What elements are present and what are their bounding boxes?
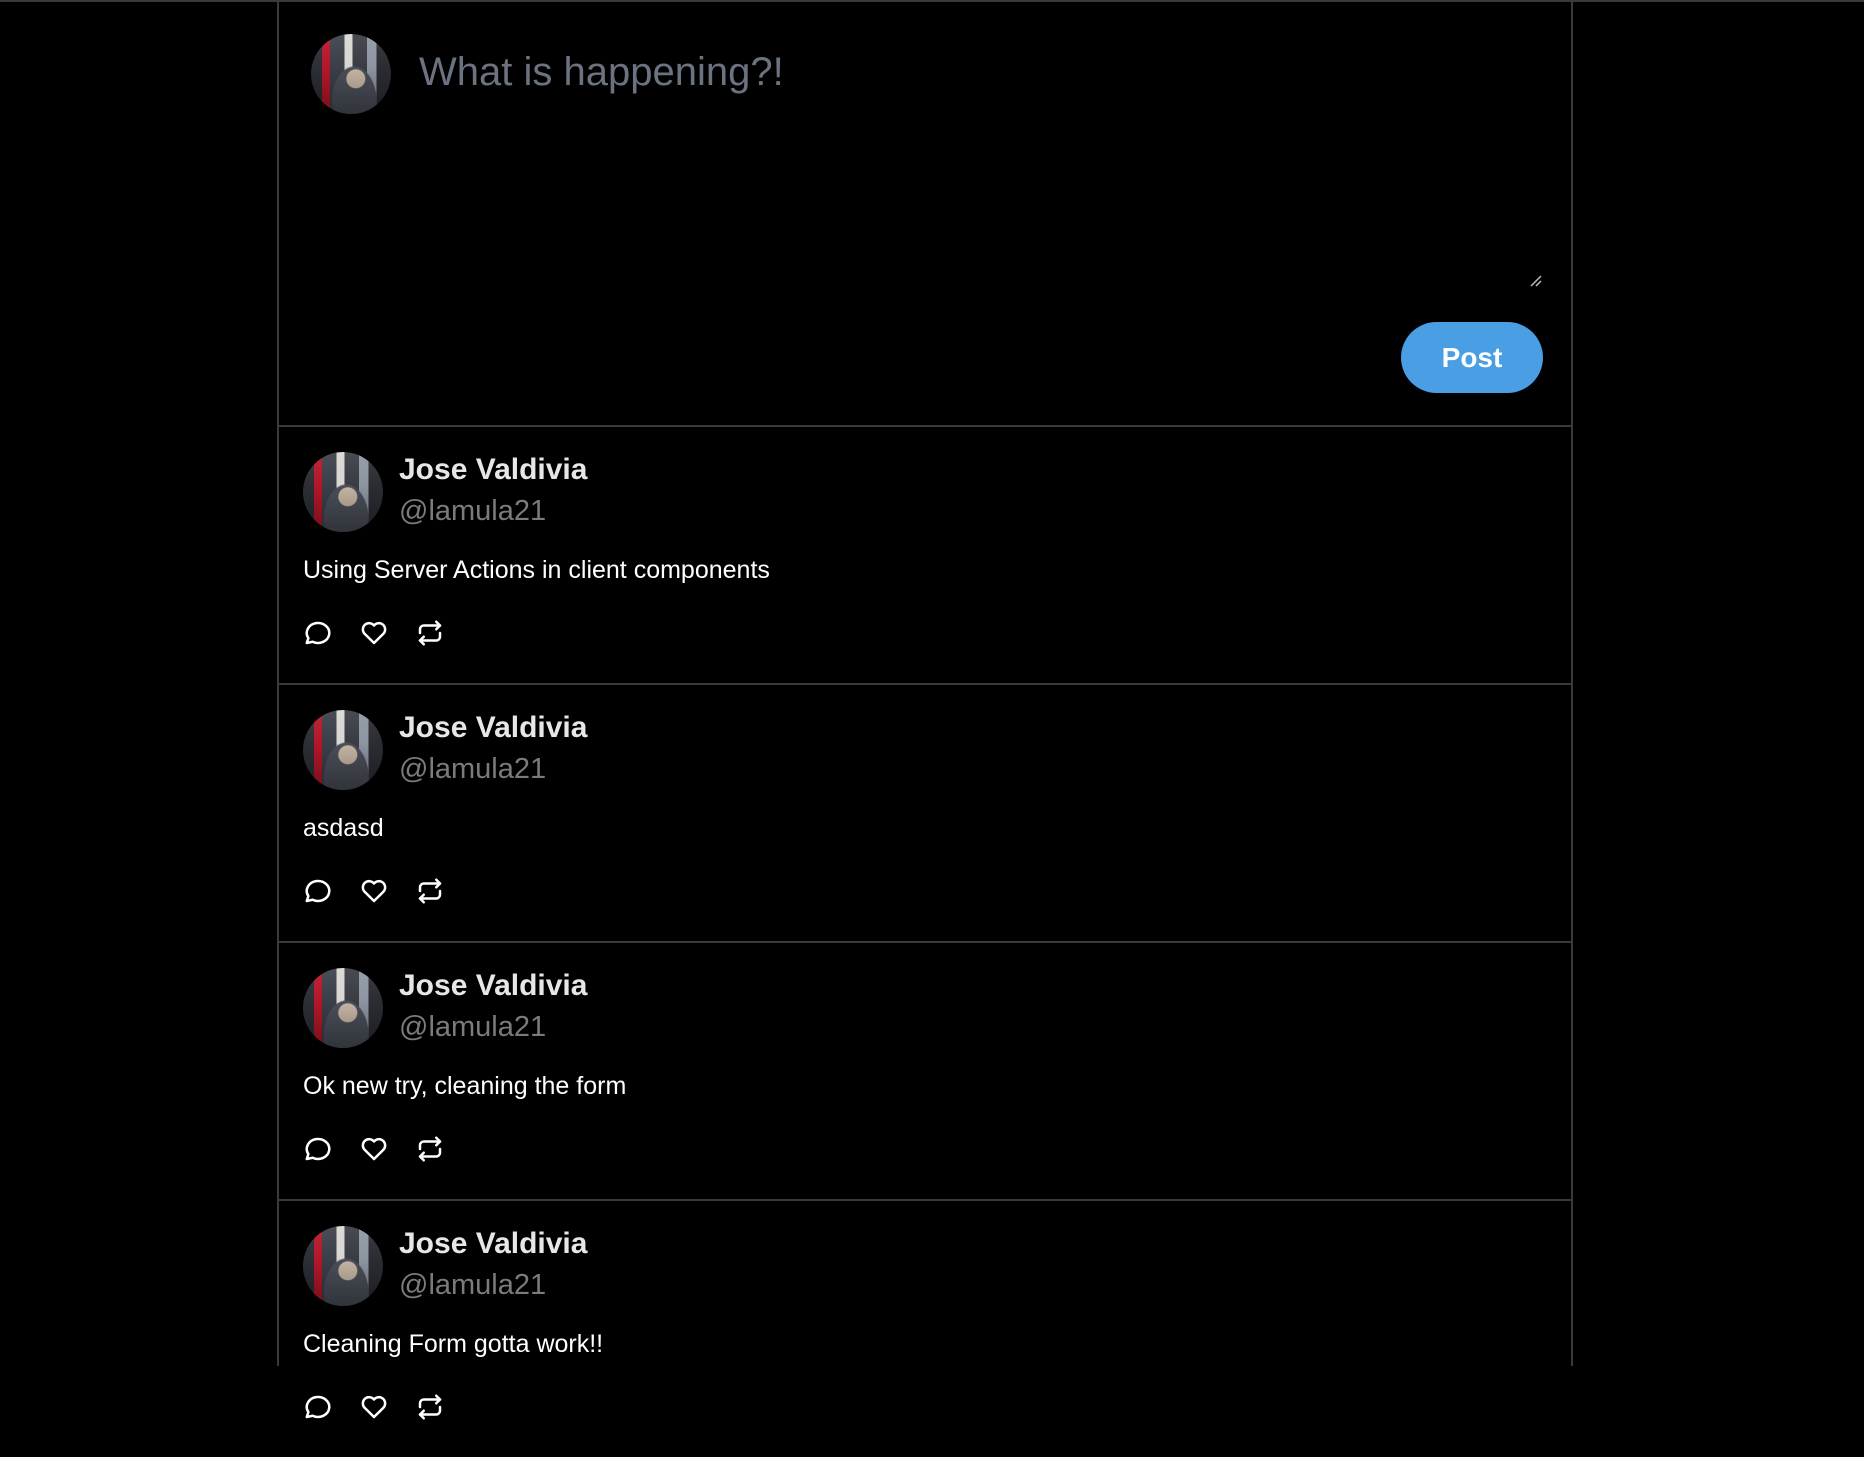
- post-actions: [303, 1391, 445, 1423]
- comment-icon[interactable]: [303, 1392, 333, 1422]
- heart-icon[interactable]: [359, 1134, 389, 1164]
- post-text: Ok new try, cleaning the form: [303, 1072, 627, 1100]
- post-author-handle[interactable]: @lamula21: [399, 1269, 546, 1302]
- post-actions: [303, 875, 445, 907]
- post-author-name[interactable]: Jose Valdivia: [399, 453, 587, 487]
- composer-avatar: [311, 34, 391, 114]
- heart-icon[interactable]: [359, 618, 389, 648]
- retweet-icon[interactable]: [415, 618, 445, 648]
- post-text: Using Server Actions in client component…: [303, 556, 770, 584]
- heart-icon[interactable]: [359, 1392, 389, 1422]
- post-author-name[interactable]: Jose Valdivia: [399, 969, 587, 1003]
- post-text: Cleaning Form gotta work!!: [303, 1330, 604, 1358]
- comment-icon[interactable]: [303, 876, 333, 906]
- post-item: Jose Valdivia @lamula21 Cleaning Form go…: [279, 1201, 1571, 1457]
- post-actions: [303, 617, 445, 649]
- post-text: asdasd: [303, 814, 384, 842]
- post-button[interactable]: Post: [1401, 322, 1543, 393]
- comment-icon[interactable]: [303, 618, 333, 648]
- post-avatar[interactable]: [303, 710, 383, 790]
- post-composer: Post: [279, 0, 1571, 427]
- post-avatar[interactable]: [303, 452, 383, 532]
- post-author-handle[interactable]: @lamula21: [399, 495, 546, 528]
- retweet-icon[interactable]: [415, 1134, 445, 1164]
- post-author-handle[interactable]: @lamula21: [399, 753, 546, 786]
- retweet-icon[interactable]: [415, 1392, 445, 1422]
- heart-icon[interactable]: [359, 876, 389, 906]
- retweet-icon[interactable]: [415, 876, 445, 906]
- feed-column: Post Jose Valdivia @lamula21 Using Serve…: [277, 0, 1573, 1420]
- post-item: Jose Valdivia @lamula21 Using Server Act…: [279, 427, 1571, 685]
- compose-textarea[interactable]: [417, 48, 1533, 292]
- post-author-name[interactable]: Jose Valdivia: [399, 1227, 587, 1261]
- post-item: Jose Valdivia @lamula21 asdasd: [279, 685, 1571, 943]
- post-actions: [303, 1133, 445, 1165]
- comment-icon[interactable]: [303, 1134, 333, 1164]
- post-author-name[interactable]: Jose Valdivia: [399, 711, 587, 745]
- post-avatar[interactable]: [303, 968, 383, 1048]
- post-avatar[interactable]: [303, 1226, 383, 1306]
- post-item: Jose Valdivia @lamula21 Ok new try, clea…: [279, 943, 1571, 1201]
- post-author-handle[interactable]: @lamula21: [399, 1011, 546, 1044]
- resize-handle-icon[interactable]: [1527, 272, 1543, 288]
